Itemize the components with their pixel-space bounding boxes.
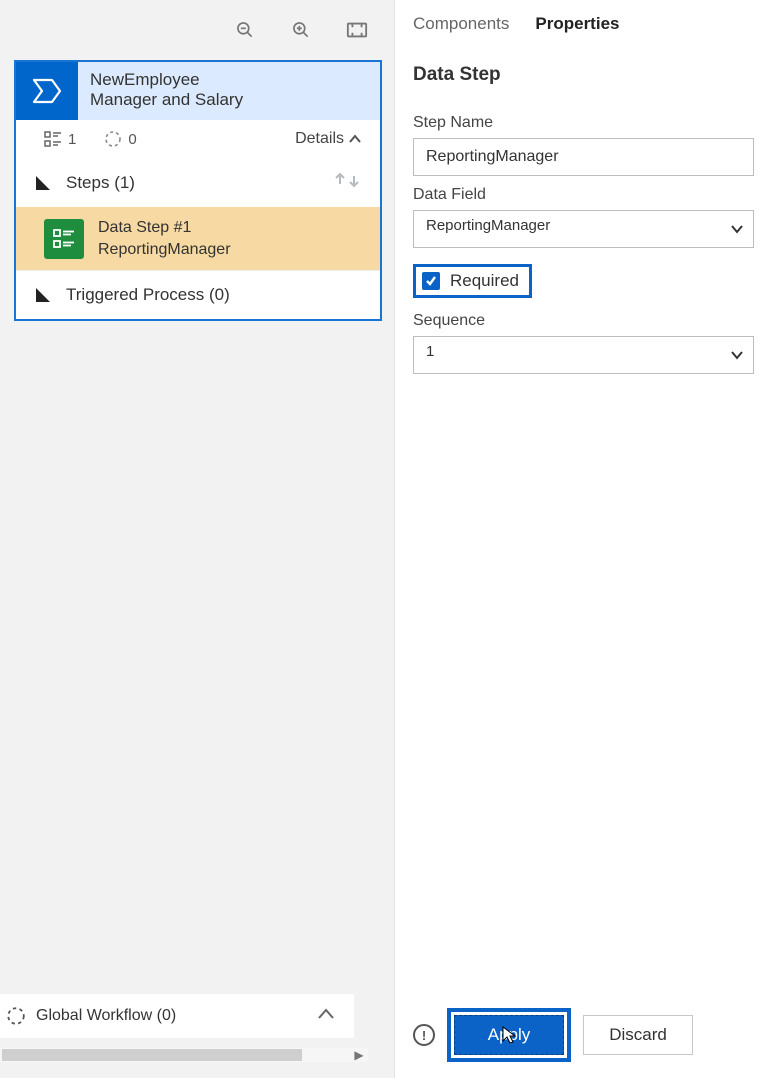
collapse-triangle-icon[interactable] [34, 286, 52, 304]
stage-card[interactable]: NewEmployee Manager and Salary 1 [14, 60, 382, 321]
collapse-triangle-icon[interactable] [34, 174, 52, 192]
required-checkbox-row[interactable]: Required [413, 264, 532, 298]
info-icon[interactable]: ! [413, 1024, 435, 1046]
steps-section-label: Steps (1) [66, 173, 135, 193]
tab-properties[interactable]: Properties [535, 14, 619, 38]
stage-chevron-icon [16, 62, 78, 120]
data-step-row[interactable]: Data Step #1 ReportingManager [16, 207, 380, 270]
scrollbar-thumb[interactable] [2, 1049, 302, 1061]
horizontal-scrollbar[interactable]: ▶ [0, 1048, 368, 1062]
panel-section-title: Data Step [413, 64, 754, 86]
data-field-label: Data Field [413, 186, 754, 204]
data-step-subtitle: ReportingManager [98, 239, 231, 261]
checkbox-checked-icon[interactable] [422, 272, 440, 290]
sequence-label: Sequence [413, 312, 754, 330]
stage-pending-count: 0 [104, 130, 136, 148]
global-workflow-label: Global Workflow (0) [36, 1007, 176, 1025]
data-step-icon [44, 219, 84, 259]
stage-title-line1: NewEmployee [90, 70, 243, 90]
required-label: Required [450, 271, 519, 291]
stage-title-line2: Manager and Salary [90, 90, 243, 110]
triggered-process-label: Triggered Process (0) [66, 285, 230, 305]
reorder-arrows-icon[interactable] [332, 170, 362, 195]
sequence-select[interactable]: 1 [413, 336, 754, 374]
fit-screen-icon[interactable] [346, 19, 368, 41]
scroll-right-arrow-icon[interactable]: ▶ [350, 1048, 368, 1062]
data-field-select[interactable]: ReportingManager [413, 210, 754, 248]
step-name-label: Step Name [413, 114, 754, 132]
zoom-in-icon[interactable] [290, 19, 312, 41]
zoom-out-icon[interactable] [234, 19, 256, 41]
dashed-circle-icon [6, 1006, 26, 1026]
data-step-title: Data Step #1 [98, 217, 231, 239]
discard-button[interactable]: Discard [583, 1015, 693, 1055]
stage-steps-count: 1 [44, 131, 76, 148]
chevron-up-icon[interactable] [316, 1007, 336, 1026]
tab-components[interactable]: Components [413, 14, 509, 38]
step-name-input[interactable] [413, 138, 754, 176]
apply-button[interactable]: Apply [454, 1015, 564, 1055]
global-workflow-bar[interactable]: Global Workflow (0) [0, 994, 354, 1038]
details-toggle[interactable]: Details [295, 130, 362, 148]
